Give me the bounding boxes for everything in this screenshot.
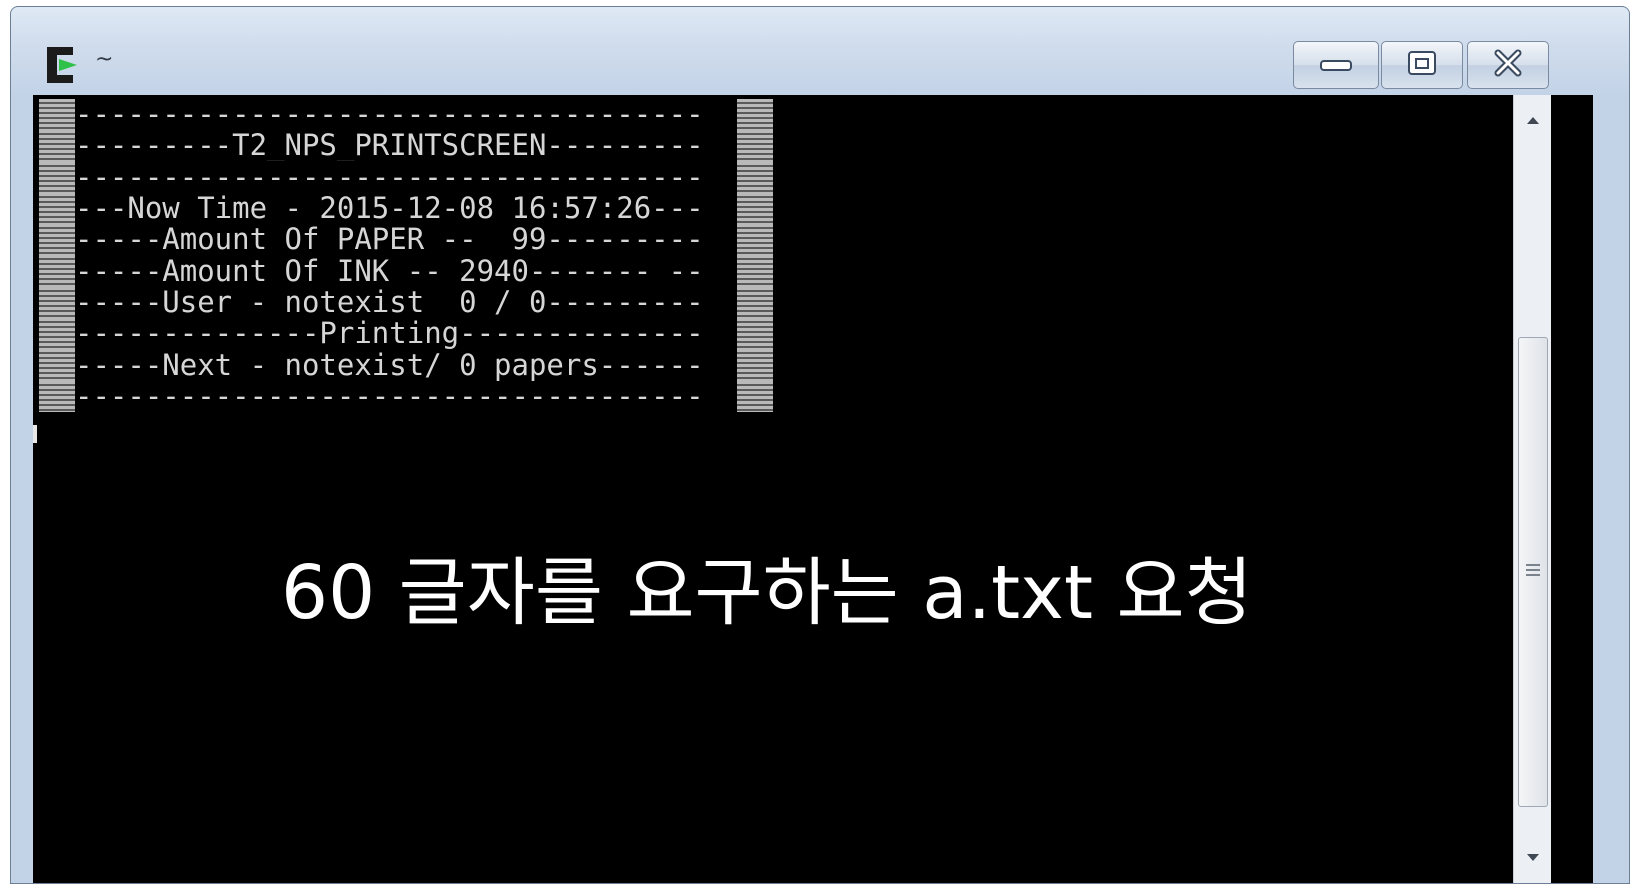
banner-line: -----Next - notexist/ 0 papers------: [39, 349, 773, 381]
banner-left-block: [39, 161, 75, 193]
banner-right-block: [737, 255, 773, 287]
banner-right-block: [737, 224, 773, 256]
banner-right-block: [737, 318, 773, 350]
terminal-output[interactable]: ------------------------------------ ---…: [33, 95, 1513, 883]
minimize-button[interactable]: [1293, 41, 1379, 89]
banner-time-text: ---Now Time - 2015-12-08 16:57:26---: [75, 193, 704, 225]
arrow-down-icon: [1526, 850, 1540, 868]
banner-left-block: [39, 286, 75, 319]
banner-line: -----Amount Of PAPER -- 99---------: [39, 224, 773, 256]
maximize-button[interactable]: [1381, 41, 1463, 89]
banner-line: -----Amount Of INK -- 2940------- --: [39, 255, 773, 287]
banner-left-block: [39, 349, 75, 381]
banner-left-block: [39, 224, 75, 256]
minimize-icon: [1319, 53, 1353, 78]
banner-left-block: [39, 380, 75, 412]
banner-right-block: [737, 286, 773, 319]
banner-ink-text: -----Amount Of INK -- 2940------- --: [75, 255, 704, 287]
banner-line: ---------T2_NPS_PRINTSCREEN---------: [39, 130, 773, 162]
grip-icon: [1525, 563, 1541, 582]
banner-right-block: [737, 130, 773, 162]
banner-left-block: [39, 192, 75, 225]
banner-line: --------------Printing--------------: [39, 318, 773, 350]
banner-right-block: [737, 349, 773, 381]
close-button[interactable]: [1467, 41, 1549, 89]
vertical-scrollbar[interactable]: [1513, 95, 1551, 883]
close-icon: [1491, 49, 1525, 82]
banner-title-text: ---------T2_NPS_PRINTSCREEN---------: [75, 130, 704, 162]
banner-next-text: -----Next - notexist/ 0 papers------: [75, 349, 704, 381]
banner-left-block: [39, 130, 75, 162]
banner-left-block: [39, 255, 75, 287]
banner-right-block: [737, 192, 773, 225]
title-bar[interactable]: ~: [11, 7, 1629, 93]
banner-right-block: [737, 380, 773, 412]
banner-paper-text: -----Amount Of PAPER -- 99---------: [75, 224, 704, 256]
banner-printing-text: --------------Printing--------------: [75, 318, 704, 350]
banner-line: ------------------------------------: [39, 99, 773, 131]
banner-line: ---Now Time - 2015-12-08 16:57:26---: [39, 192, 773, 225]
arrow-up-icon: [1526, 112, 1540, 130]
scroll-down-button[interactable]: [1514, 839, 1551, 879]
banner-line: -----User - notexist 0 / 0---------: [39, 286, 773, 319]
banner-right-block: [737, 99, 773, 131]
terminal-app-icon[interactable]: [43, 43, 83, 87]
banner-user-text: -----User - notexist 0 / 0---------: [75, 286, 704, 318]
banner-left-block: [39, 318, 75, 350]
banner-right-block: [737, 161, 773, 193]
window-title: ~: [95, 47, 114, 72]
scroll-thumb[interactable]: [1518, 337, 1548, 807]
terminal-window: ~ ------------------------------------ -…: [10, 6, 1630, 884]
banner-line: ------------------------------------: [39, 161, 773, 193]
caption-overlay: 60 글자를 요구하는 a.txt 요청: [281, 550, 1253, 636]
window-client-area: ------------------------------------ ---…: [33, 95, 1593, 883]
banner-line: ------------------------------------: [39, 380, 773, 412]
banner-line-text: ------------------------------------: [75, 161, 704, 193]
scroll-up-button[interactable]: [1514, 101, 1551, 141]
restore-icon: [1405, 49, 1439, 82]
banner-line-text: ------------------------------------: [75, 99, 704, 131]
banner-left-block: [39, 99, 75, 131]
banner-line-text: ------------------------------------: [75, 380, 704, 412]
print-status-banner: ------------------------------------ ---…: [39, 99, 773, 412]
text-cursor: [33, 425, 37, 443]
